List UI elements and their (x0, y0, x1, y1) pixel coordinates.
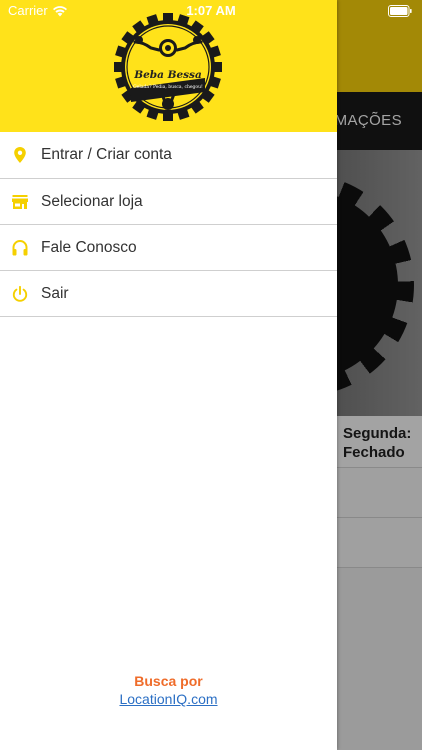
beba-bessa-logo: Beba Bessa Gelada? Pedia, busca, chegou! (113, 12, 223, 122)
locationiq-link[interactable]: LocationIQ.com (0, 690, 337, 708)
headphones-icon (12, 239, 28, 255)
menu-item-label: Entrar / Criar conta (41, 146, 172, 163)
powered-by-label: Busca por (134, 673, 203, 689)
menu-item-label: Fale Conosco (41, 238, 137, 256)
logo-graphic (114, 13, 222, 121)
logo-wordmark: Beba Bessa (134, 69, 202, 81)
status-bar: Carrier 1:07 AM (0, 0, 422, 22)
menu-item-logout[interactable]: Sair (0, 271, 337, 317)
drawer-footer: Busca por LocationIQ.com (0, 672, 337, 708)
logo-tagline: Gelada? Pedia, busca, chegou! (133, 85, 203, 90)
menu-item-login[interactable]: Entrar / Criar conta (0, 132, 337, 179)
location-pin-icon (14, 147, 26, 163)
store-icon (12, 194, 28, 209)
menu-item-select-store[interactable]: Selecionar loja (0, 179, 337, 225)
status-time: 1:07 AM (186, 3, 236, 18)
drawer-menu: Entrar / Criar conta Selecionar loja Fal… (0, 132, 337, 317)
menu-item-contact[interactable]: Fale Conosco (0, 225, 337, 271)
menu-item-label: Sair (41, 284, 69, 302)
power-icon (12, 285, 28, 302)
menu-item-label: Selecionar loja (41, 192, 143, 210)
side-drawer: Beba Bessa Gelada? Pedia, busca, chegou!… (0, 0, 337, 750)
battery-icon (388, 5, 412, 17)
